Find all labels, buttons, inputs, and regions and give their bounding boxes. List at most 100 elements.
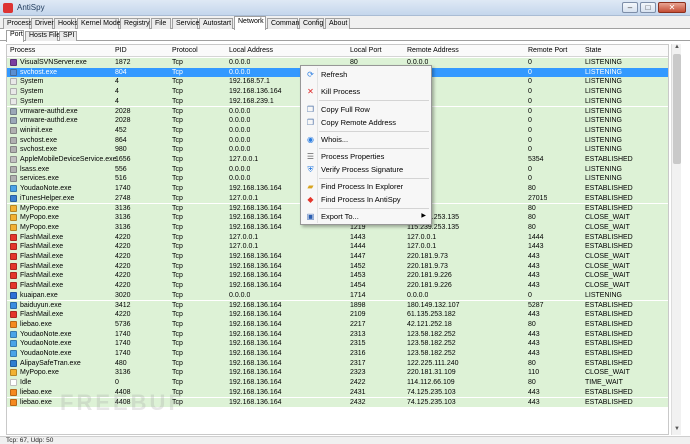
table-row[interactable]: kuaipan.exe 3020 Tcp 0.0.0.0 1714 0.0.0.0 0 LIS…	[7, 290, 668, 301]
column-header-state[interactable]: State	[585, 47, 601, 54]
table-row[interactable]: YoudaoNote.exe 1740 Tcp 192.168.136.164 2315…	[7, 339, 668, 349]
tab-about[interactable]: About	[325, 18, 350, 29]
cell-remote-port: 443	[528, 253, 540, 260]
cell-local-address: 0.0.0.0	[229, 107, 251, 115]
table-row[interactable]: FlashMail.exe 4220 Tcp 192.168.136.164 1452 2…	[7, 261, 668, 272]
process-icon	[10, 301, 17, 309]
refresh-icon: ⟳	[307, 70, 314, 79]
cell-state: CLOSE_WAIT	[585, 223, 630, 231]
tab-autostart[interactable]: Autostart	[199, 18, 233, 29]
column-header-local-address[interactable]: Local Address	[229, 47, 273, 54]
column-header-pid[interactable]: PID	[115, 47, 127, 54]
column-header-local-port[interactable]: Local Port	[350, 47, 382, 54]
process-icon	[10, 88, 17, 96]
cell-remote-address: 180.149.132.107	[407, 301, 460, 309]
cell-remote-address: 127.0.0.1	[407, 233, 437, 241]
table-row[interactable]: Idle 0 Tcp 192.168.136.164 2422 114.112.66.10…	[7, 378, 668, 388]
menu-kill-process[interactable]: ✕ Kill Process	[303, 85, 430, 98]
table-row[interactable]: MyPopo.exe 3136 Tcp 192.168.136.164 2323 220.…	[7, 368, 668, 379]
column-header-remote-address[interactable]: Remote Address	[407, 47, 459, 54]
cell-state: CLOSE_WAIT	[585, 253, 630, 260]
process-icon	[10, 185, 17, 193]
kill-x-icon: ✕	[307, 87, 314, 96]
cell-local-address: 192.168.136.164	[229, 320, 282, 328]
process-icon	[10, 291, 17, 299]
menu-copy-full-row[interactable]: ❐ Copy Full Row	[303, 103, 430, 116]
menu-label: Refresh	[321, 70, 348, 79]
cell-local-address: 192.168.136.164	[229, 262, 282, 270]
cell-remote-port: 0	[528, 107, 532, 115]
tab-process[interactable]: Process	[3, 18, 32, 29]
cell-protocol: Tcp	[172, 117, 183, 125]
column-header-process[interactable]: Process	[10, 47, 35, 54]
column-header-protocol[interactable]: Protocol	[172, 47, 198, 54]
subtab-spi[interactable]: SPI	[59, 31, 77, 41]
cell-remote-port: 443	[528, 388, 540, 396]
cell-process: MyPopo.exe	[20, 214, 59, 222]
cell-pid: 480	[115, 359, 127, 367]
subtab-hosts-file[interactable]: Hosts File	[25, 31, 60, 41]
scrollbar-thumb[interactable]	[673, 54, 681, 164]
cell-pid: 1740	[115, 185, 131, 193]
table-row[interactable]: FlashMail.exe 4220 Tcp 192.168.136.164 1454 2…	[7, 281, 668, 291]
cell-remote-address: 114.112.66.109	[407, 379, 455, 387]
cell-protocol: Tcp	[172, 126, 183, 134]
tab-driver[interactable]: Driver	[31, 18, 54, 29]
table-row[interactable]: liebao.exe 5736 Tcp 192.168.136.164 2217 42.1…	[7, 319, 668, 330]
cell-local-address: 192.168.136.164	[229, 359, 282, 367]
minimize-button[interactable]: –	[622, 2, 638, 13]
menu-verify-signature[interactable]: ⛨ Verify Process Signature	[303, 163, 430, 176]
table-row[interactable]: FlashMail.exe 4220 Tcp 192.168.136.164 1453 2…	[7, 271, 668, 282]
tab-kernel-mode[interactable]: Kernel Mode	[77, 18, 121, 29]
menu-find-in-explorer[interactable]: ▰ Find Process In Explorer	[303, 180, 430, 193]
vertical-scrollbar[interactable]: ▲ ▼	[671, 44, 681, 435]
table-row[interactable]: FlashMail.exe 4220 Tcp 127.0.0.1 1444 127.0.0…	[7, 242, 668, 252]
menu-export-to[interactable]: ▣ Export To... ▶	[303, 210, 430, 223]
cell-protocol: Tcp	[172, 233, 183, 241]
menu-process-properties[interactable]: ☰ Process Properties	[303, 150, 430, 163]
cell-pid: 864	[115, 136, 127, 144]
table-row[interactable]: AlipaySafeTran.exe 480 Tcp 192.168.136.164 2…	[7, 358, 668, 369]
cell-pid: 1740	[115, 350, 131, 357]
tab-file[interactable]: File	[151, 18, 171, 29]
cell-process: YoudaoNote.exe	[20, 330, 72, 338]
cell-protocol: Tcp	[172, 311, 183, 319]
cell-remote-port: 110	[528, 369, 540, 377]
tab-hooks[interactable]: Hooks	[54, 18, 78, 29]
subtab-port[interactable]: Port	[6, 30, 24, 42]
menu-copy-remote-address[interactable]: ❐ Copy Remote Address	[303, 116, 430, 129]
scroll-up-arrow-icon[interactable]: ▲	[672, 44, 682, 53]
tab-registry[interactable]: Registry	[120, 18, 150, 29]
menu-refresh[interactable]: ⟳ Refresh	[303, 68, 430, 81]
table-row[interactable]: YoudaoNote.exe 1740 Tcp 192.168.136.164 2313…	[7, 329, 668, 340]
tab-service[interactable]: Service	[172, 18, 199, 29]
column-header-remote-port[interactable]: Remote Port	[528, 47, 567, 54]
scroll-down-arrow-icon[interactable]: ▼	[672, 426, 682, 435]
cell-local-port: 2317	[350, 359, 366, 367]
cell-local-address: 127.0.0.1	[229, 156, 259, 163]
cell-pid: 5736	[115, 320, 131, 328]
menu-find-in-antispy[interactable]: ◆ Find Process In AntiSpy	[303, 193, 430, 206]
table-row[interactable]: FlashMail.exe 4220 Tcp 127.0.0.1 1443 127.0.0…	[7, 232, 668, 243]
cell-local-port: 2323	[350, 369, 366, 377]
table-row[interactable]: YoudaoNote.exe 1740 Tcp 192.168.136.164 2316…	[7, 349, 668, 359]
status-bar: Tcp: 67, Udp: 50	[0, 436, 690, 444]
cell-local-port: 2422	[350, 379, 366, 387]
menu-whois[interactable]: ◉ Whois...	[303, 133, 430, 146]
tab-network[interactable]: Network	[234, 16, 266, 30]
table-row[interactable]: FlashMail.exe 4220 Tcp 192.168.136.164 2109 6…	[7, 310, 668, 320]
cell-process: liebao.exe	[20, 398, 52, 406]
table-row[interactable]: baiduyun.exe 3412 Tcp 192.168.136.164 1898 18…	[7, 300, 668, 311]
cell-state: LISTENING	[585, 97, 622, 105]
table-row[interactable]: FlashMail.exe 4220 Tcp 192.168.136.164 1447 2…	[7, 252, 668, 262]
process-icon	[10, 59, 17, 66]
process-icon	[10, 78, 17, 86]
cell-remote-port: 0	[528, 165, 532, 173]
tab-command[interactable]: Command	[267, 18, 303, 29]
close-button[interactable]: ✕	[658, 2, 686, 13]
cell-remote-address: 220.181.9.73	[407, 253, 448, 260]
tab-config[interactable]: Config	[299, 18, 324, 29]
cell-protocol: Tcp	[172, 68, 183, 76]
cell-remote-port: 0	[528, 59, 532, 66]
maximize-button[interactable]: □	[640, 2, 656, 13]
